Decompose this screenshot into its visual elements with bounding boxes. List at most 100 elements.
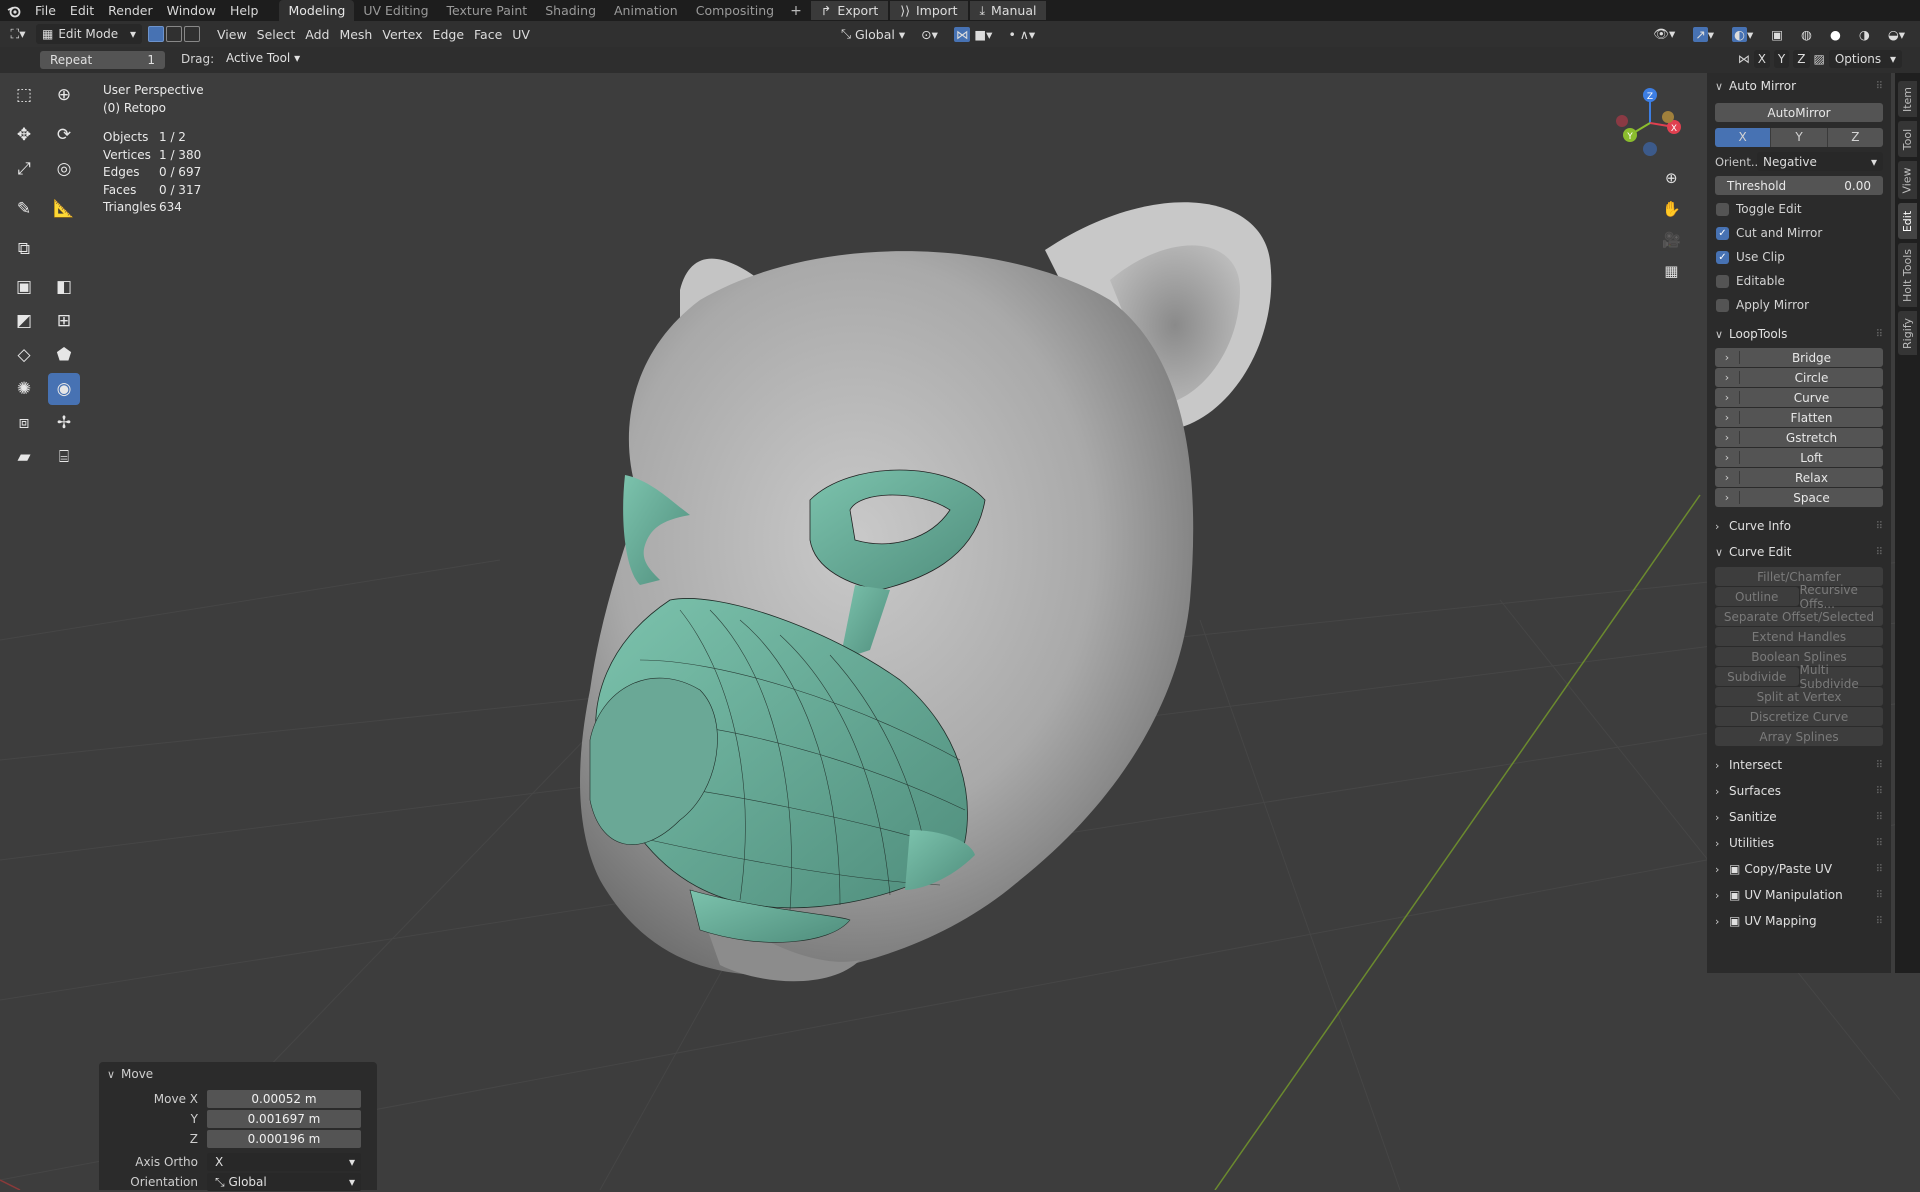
- mirror-y-button[interactable]: Y: [1773, 50, 1790, 68]
- tab-compositing[interactable]: Compositing: [687, 0, 783, 21]
- camera-icon[interactable]: 🎥: [1662, 231, 1681, 249]
- smooth-icon[interactable]: ◉: [48, 373, 80, 405]
- tab-shading[interactable]: Shading: [536, 0, 605, 21]
- move-x-field[interactable]: 0.00052 m: [207, 1090, 361, 1108]
- orientation-dropdown[interactable]: ⤡ Global ▾: [207, 1173, 361, 1191]
- multi-subdivide-button[interactable]: Multi Subdivide: [1799, 663, 1883, 691]
- automirror-button[interactable]: AutoMirror: [1715, 103, 1883, 122]
- tab-view[interactable]: View: [1898, 161, 1917, 199]
- uv-mapping-header[interactable]: › ▣ UV Mapping ⠿: [1707, 908, 1891, 934]
- looptools-circle[interactable]: › Circle: [1715, 368, 1883, 387]
- threshold-field[interactable]: Threshold 0.00: [1715, 176, 1883, 195]
- tab-tool[interactable]: Tool: [1898, 121, 1917, 157]
- menu-uv[interactable]: UV: [507, 24, 535, 44]
- cursor-icon[interactable]: ⊕: [48, 79, 80, 111]
- add-cube-icon[interactable]: ⧉: [8, 233, 40, 265]
- tab-texture-paint[interactable]: Texture Paint: [438, 0, 537, 21]
- sanitize-header[interactable]: › Sanitize ⠿: [1707, 804, 1891, 830]
- move-panel-header[interactable]: ∨ Move: [99, 1062, 377, 1086]
- grid-perspective-icon[interactable]: ▦: [1664, 262, 1678, 280]
- looptools-curve[interactable]: › Curve: [1715, 388, 1883, 407]
- blender-logo-icon[interactable]: [0, 0, 28, 21]
- menu-window[interactable]: Window: [160, 0, 223, 21]
- menu-select[interactable]: Select: [252, 24, 301, 44]
- extrude-icon[interactable]: ▣: [8, 271, 40, 303]
- curve-info-header[interactable]: › Curve Info ⠿: [1707, 513, 1891, 539]
- intersect-header[interactable]: › Intersect ⠿: [1707, 752, 1891, 778]
- axis-z-button[interactable]: Z: [1826, 128, 1883, 147]
- tab-holt-tools[interactable]: Holt Tools: [1898, 243, 1917, 307]
- 3d-viewport[interactable]: Z X Y ⊕ ✋ 🎥 ▦: [0, 73, 1920, 1190]
- visibility-icon[interactable]: 👁▾: [1648, 24, 1680, 44]
- annotate-icon[interactable]: ✎: [8, 193, 40, 225]
- looptools-bridge[interactable]: › Bridge: [1715, 348, 1883, 367]
- mirror-z-button[interactable]: Z: [1793, 50, 1810, 68]
- menu-edge[interactable]: Edge: [428, 24, 469, 44]
- orient-dropdown[interactable]: Negative ▾: [1757, 152, 1883, 171]
- rotate-icon[interactable]: ⟳: [48, 119, 80, 151]
- edge-slide-icon[interactable]: ⧈: [8, 407, 40, 439]
- edge-select-icon[interactable]: [166, 26, 182, 42]
- recursive-offset-button[interactable]: Recursive Offs...: [1799, 583, 1883, 611]
- transform-icon[interactable]: ◎: [48, 153, 80, 185]
- apply-mirror-checkbox[interactable]: Apply Mirror: [1707, 293, 1891, 317]
- editable-checkbox[interactable]: Editable: [1707, 269, 1891, 293]
- editor-type-icon[interactable]: ⛶▾: [0, 24, 36, 44]
- extend-handles-button[interactable]: Extend Handles: [1715, 627, 1883, 646]
- utilities-header[interactable]: › Utilities ⠿: [1707, 830, 1891, 856]
- drag-grip-icon[interactable]: ⠿: [1876, 81, 1883, 92]
- shading-solid-icon[interactable]: ●: [1825, 24, 1846, 44]
- axis-ortho-dropdown[interactable]: X ▾: [207, 1153, 361, 1171]
- tab-edit[interactable]: Edit: [1898, 203, 1917, 239]
- menu-edit[interactable]: Edit: [63, 0, 101, 21]
- select-box-icon[interactable]: ⬚: [8, 79, 40, 111]
- tab-uv-editing[interactable]: UV Editing: [354, 0, 437, 21]
- menu-face[interactable]: Face: [469, 24, 507, 44]
- drag-grip-icon[interactable]: ⠿: [1876, 812, 1883, 823]
- subdivide-button[interactable]: Subdivide: [1715, 667, 1799, 686]
- axis-y-button[interactable]: Y: [1770, 128, 1827, 147]
- import-button[interactable]: ⟩⟩ Import: [890, 1, 968, 20]
- move-icon[interactable]: ✥: [8, 119, 40, 151]
- cut-and-mirror-checkbox[interactable]: ✓ Cut and Mirror: [1707, 221, 1891, 245]
- add-workspace-button[interactable]: +: [783, 3, 809, 19]
- repeat-field[interactable]: Repeat 1: [40, 51, 165, 69]
- uv-manipulation-header[interactable]: › ▣ UV Manipulation ⠿: [1707, 882, 1891, 908]
- scale-icon[interactable]: ⤢: [8, 153, 40, 185]
- mirror-icon[interactable]: ⋈: [1738, 52, 1750, 66]
- axis-x-button[interactable]: X: [1715, 128, 1771, 147]
- menu-help[interactable]: Help: [223, 0, 266, 21]
- looptools-gstretch[interactable]: › Gstretch: [1715, 428, 1883, 447]
- looptools-loft[interactable]: › Loft: [1715, 448, 1883, 467]
- tab-modeling[interactable]: Modeling: [279, 0, 355, 21]
- shrink-fatten-icon[interactable]: ✢: [48, 407, 80, 439]
- bevel-icon[interactable]: ◩: [8, 305, 40, 337]
- drag-grip-icon[interactable]: ⠿: [1876, 786, 1883, 797]
- poly-build-icon[interactable]: ⬟: [48, 339, 80, 371]
- knife-icon[interactable]: ◇: [8, 339, 40, 371]
- inset-icon[interactable]: ◧: [48, 271, 80, 303]
- looptools-space[interactable]: › Space: [1715, 488, 1883, 507]
- menu-file[interactable]: File: [28, 0, 63, 21]
- looptools-flatten[interactable]: › Flatten: [1715, 408, 1883, 427]
- surfaces-header[interactable]: › Surfaces ⠿: [1707, 778, 1891, 804]
- drag-grip-icon[interactable]: ⠿: [1876, 890, 1883, 901]
- auto-mirror-header[interactable]: ∨ Auto Mirror ⠿: [1707, 73, 1891, 99]
- manual-button[interactable]: ⤓ Manual: [969, 1, 1047, 20]
- mesh-symmetry-icon[interactable]: ▨: [1814, 52, 1825, 66]
- vertex-select-icon[interactable]: [148, 26, 164, 42]
- drag-grip-icon[interactable]: ⠿: [1876, 547, 1883, 558]
- use-clip-checkbox[interactable]: ✓ Use Clip: [1707, 245, 1891, 269]
- zoom-icon[interactable]: ⊕: [1665, 169, 1678, 187]
- toggle-edit-checkbox[interactable]: Toggle Edit: [1707, 197, 1891, 221]
- spin-icon[interactable]: ✺: [8, 373, 40, 405]
- drag-grip-icon[interactable]: ⠿: [1876, 521, 1883, 532]
- drag-grip-icon[interactable]: ⠿: [1876, 760, 1883, 771]
- outline-button[interactable]: Outline: [1715, 587, 1799, 606]
- shading-rendered-icon[interactable]: ◒▾: [1883, 24, 1910, 44]
- menu-mesh[interactable]: Mesh: [334, 24, 377, 44]
- face-select-icon[interactable]: [184, 26, 200, 42]
- pivot-icon[interactable]: ⊙▾: [916, 24, 943, 44]
- xray-icon[interactable]: ▣: [1766, 24, 1788, 44]
- menu-view[interactable]: View: [212, 24, 252, 44]
